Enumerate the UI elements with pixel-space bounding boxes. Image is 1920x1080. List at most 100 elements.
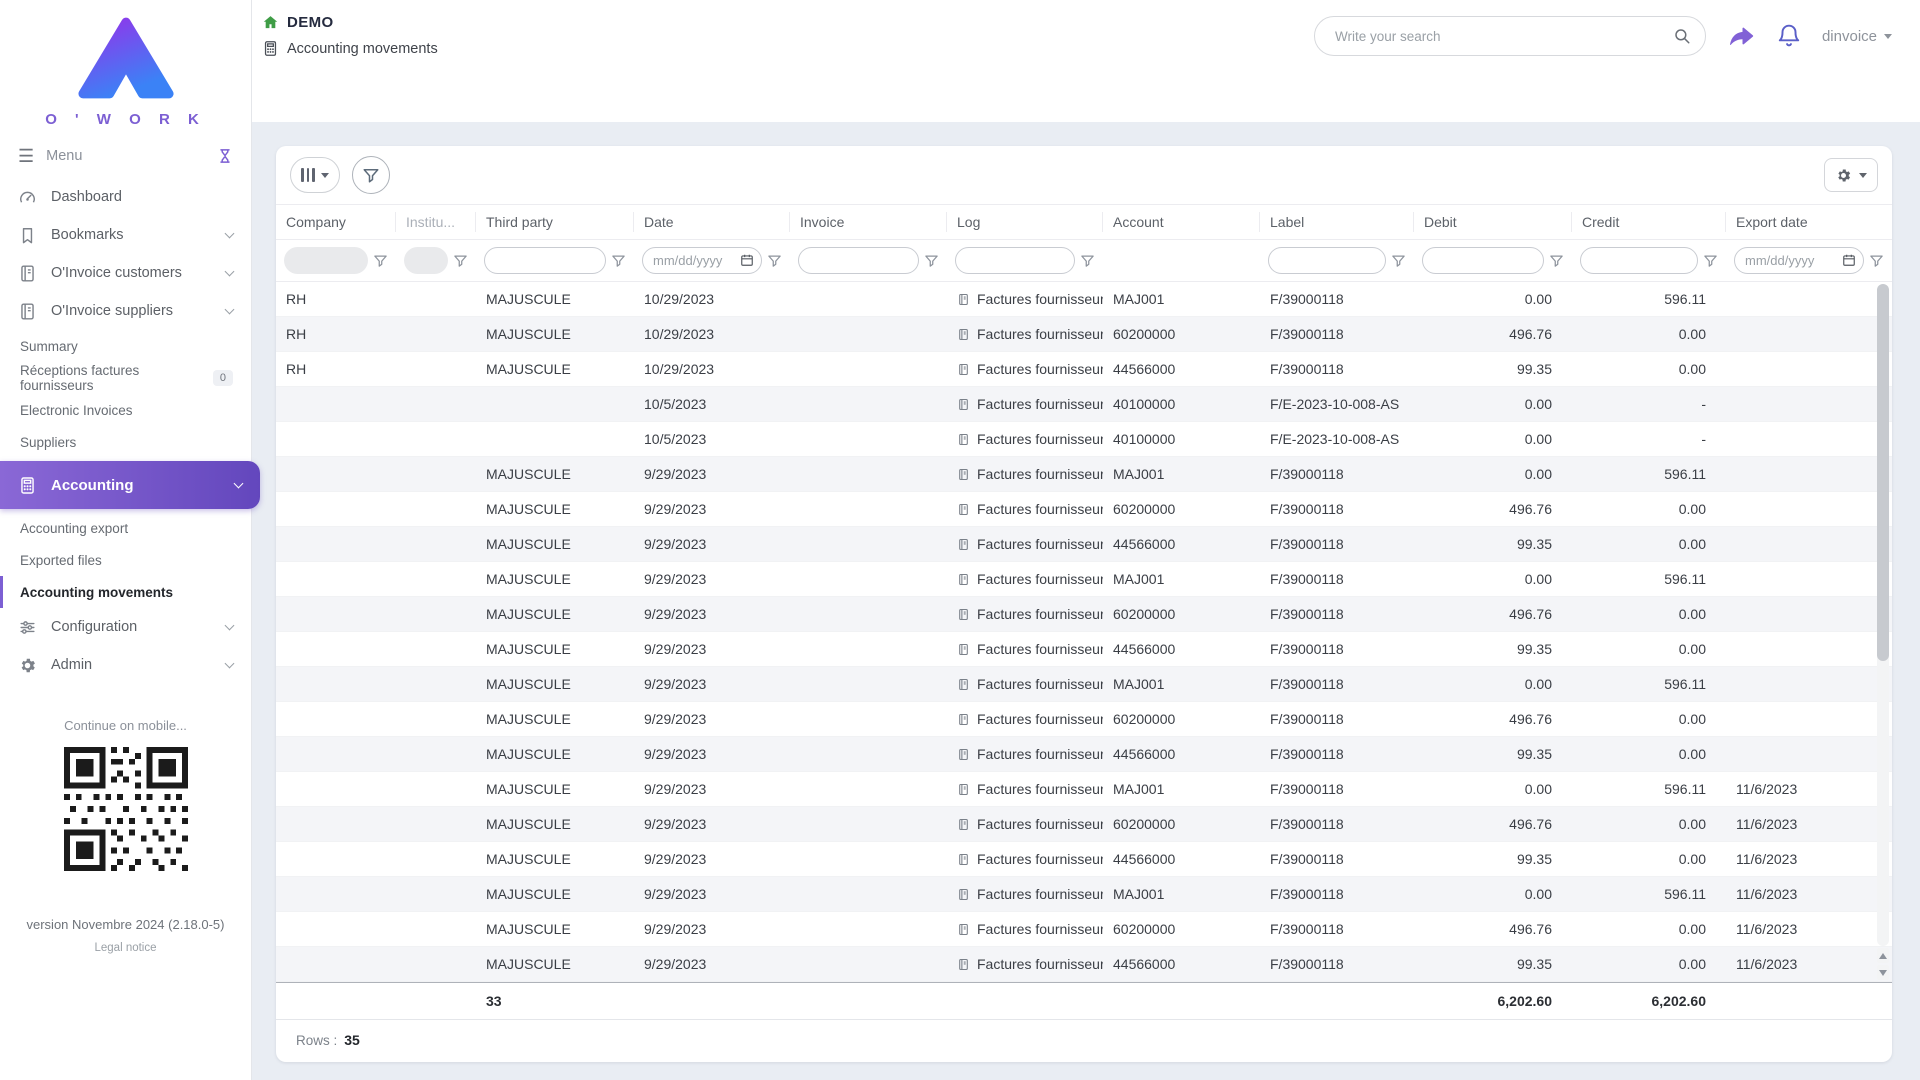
workspace-name[interactable]: DEMO	[287, 14, 334, 31]
calculator-icon	[262, 40, 279, 57]
column-header-debit[interactable]: Debit	[1414, 212, 1572, 232]
cell-date: 9/29/2023	[634, 711, 790, 727]
hourglass-icon[interactable]	[217, 148, 233, 164]
table-row[interactable]: MAJUSCULE 9/29/2023 Factures fournisseur…	[276, 737, 1892, 772]
cell-account: 40100000	[1103, 396, 1260, 412]
funnel-icon[interactable]	[1703, 253, 1719, 268]
column-header-account[interactable]: Account	[1103, 212, 1260, 232]
column-header-credit[interactable]: Credit	[1572, 212, 1726, 232]
sidebar-subitem-exported-files[interactable]: Exported files	[0, 544, 251, 576]
cell-credit: -	[1572, 431, 1726, 447]
funnel-icon[interactable]	[767, 253, 783, 268]
sidebar-item-configuration[interactable]: Configuration	[0, 608, 251, 646]
column-header-company[interactable]: Company	[276, 212, 396, 232]
funnel-icon[interactable]	[1391, 253, 1407, 268]
funnel-icon[interactable]	[373, 253, 389, 268]
cell-log-text: Factures fournisseurs	[977, 571, 1103, 587]
scrollbar-track[interactable]	[1877, 284, 1889, 946]
column-header-institution[interactable]: Institu...	[396, 212, 476, 232]
bell-icon[interactable]	[1776, 23, 1802, 49]
filter-input-third-party[interactable]	[484, 247, 606, 274]
table-row[interactable]: 10/5/2023 Factures fournisseurs 40100000…	[276, 387, 1892, 422]
grid-settings-button[interactable]	[1824, 158, 1878, 192]
table-row[interactable]: MAJUSCULE 9/29/2023 Factures fournisseur…	[276, 527, 1892, 562]
sidebar-subitem-electronic-invoices[interactable]: Electronic Invoices	[0, 394, 251, 426]
table-row[interactable]: MAJUSCULE 9/29/2023 Factures fournisseur…	[276, 597, 1892, 632]
sidebar-item-oinvoice-customers[interactable]: O'Invoice customers	[0, 254, 251, 292]
table-row[interactable]: MAJUSCULE 9/29/2023 Factures fournisseur…	[276, 772, 1892, 807]
scroll-up-button[interactable]	[1877, 948, 1889, 963]
cell-date: 9/29/2023	[634, 466, 790, 482]
column-header-invoice[interactable]: Invoice	[790, 212, 947, 232]
cell-account: 44566000	[1103, 536, 1260, 552]
sidebar-item-bookmarks[interactable]: Bookmarks	[0, 216, 251, 254]
table-row[interactable]: MAJUSCULE 9/29/2023 Factures fournisseur…	[276, 842, 1892, 877]
cell-third-party: MAJUSCULE	[476, 466, 634, 482]
home-icon[interactable]	[262, 14, 279, 31]
funnel-icon[interactable]	[1080, 253, 1096, 268]
cell-third-party: MAJUSCULE	[476, 851, 634, 867]
sidebar-item-admin[interactable]: Admin	[0, 646, 251, 684]
sidebar-subitem-accounting-export[interactable]: Accounting export	[0, 512, 251, 544]
cell-credit: 596.11	[1572, 571, 1726, 587]
table-row[interactable]: MAJUSCULE 9/29/2023 Factures fournisseur…	[276, 947, 1892, 982]
table-row[interactable]: 10/5/2023 Factures fournisseurs 40100000…	[276, 422, 1892, 457]
filter-input-date[interactable]	[642, 247, 762, 274]
sidebar-item-dashboard[interactable]: Dashboard	[0, 178, 251, 216]
sidebar-subitem-receptions[interactable]: Réceptions factures fournisseurs 0	[0, 362, 251, 394]
hamburger-icon[interactable]: ☰	[18, 147, 34, 165]
filter-input-export-date[interactable]	[1734, 247, 1864, 274]
column-header-date[interactable]: Date	[634, 212, 790, 232]
sidebar-item-accounting[interactable]: Accounting	[0, 461, 260, 509]
table-row[interactable]: MAJUSCULE 9/29/2023 Factures fournisseur…	[276, 632, 1892, 667]
cell-label: F/39000118	[1260, 571, 1414, 587]
filter-button[interactable]	[352, 156, 390, 194]
filter-input-debit[interactable]	[1422, 247, 1544, 274]
share-arrow-icon[interactable]	[1726, 21, 1756, 51]
filter-input-log[interactable]	[955, 247, 1075, 274]
sidebar-subitem-accounting-movements[interactable]: Accounting movements	[0, 576, 251, 608]
column-header-third-party[interactable]: Third party	[476, 212, 634, 232]
table-row[interactable]: RH MAJUSCULE 10/29/2023 Factures fournis…	[276, 282, 1892, 317]
sidebar-subitem-suppliers[interactable]: Suppliers	[0, 426, 251, 458]
table-row[interactable]: MAJUSCULE 9/29/2023 Factures fournisseur…	[276, 492, 1892, 527]
scrollbar-thumb[interactable]	[1877, 284, 1889, 661]
search-input[interactable]	[1333, 28, 1673, 45]
column-header-label[interactable]: Label	[1260, 212, 1414, 232]
sidebar-item-oinvoice-suppliers[interactable]: O'Invoice suppliers	[0, 292, 251, 330]
cell-label: F/E-2023-10-008-AS	[1260, 431, 1414, 447]
funnel-icon[interactable]	[924, 253, 940, 268]
table-row[interactable]: MAJUSCULE 9/29/2023 Factures fournisseur…	[276, 667, 1892, 702]
table-row[interactable]: MAJUSCULE 9/29/2023 Factures fournisseur…	[276, 562, 1892, 597]
filter-input-credit[interactable]	[1580, 247, 1698, 274]
filter-input-invoice[interactable]	[798, 247, 919, 274]
scroll-down-button[interactable]	[1877, 965, 1889, 980]
table-row[interactable]: MAJUSCULE 9/29/2023 Factures fournisseur…	[276, 877, 1892, 912]
filter-input-label[interactable]	[1268, 247, 1386, 274]
table-row[interactable]: RH MAJUSCULE 10/29/2023 Factures fournis…	[276, 317, 1892, 352]
journal-icon	[957, 853, 970, 866]
user-menu[interactable]: dinvoice	[1822, 28, 1892, 45]
table-row[interactable]: MAJUSCULE 9/29/2023 Factures fournisseur…	[276, 702, 1892, 737]
column-header-log[interactable]: Log	[947, 212, 1103, 232]
magnifier-icon[interactable]	[1673, 27, 1691, 45]
sidebar-subitem-summary[interactable]: Summary	[0, 330, 251, 362]
table-rows-container: RH MAJUSCULE 10/29/2023 Factures fournis…	[276, 282, 1892, 982]
table-row[interactable]: RH MAJUSCULE 10/29/2023 Factures fournis…	[276, 352, 1892, 387]
table-body: RH MAJUSCULE 10/29/2023 Factures fournis…	[276, 282, 1892, 982]
funnel-icon[interactable]	[1869, 253, 1885, 268]
legal-notice-link[interactable]: Legal notice	[0, 942, 251, 954]
chevron-down-icon	[234, 478, 244, 488]
funnel-icon[interactable]	[611, 253, 627, 268]
funnel-icon[interactable]	[1549, 253, 1565, 268]
table-row[interactable]: MAJUSCULE 9/29/2023 Factures fournisseur…	[276, 912, 1892, 947]
column-header-export-date[interactable]: Export date	[1726, 212, 1892, 232]
column-chooser-button[interactable]	[290, 157, 340, 193]
cell-debit: 0.00	[1414, 781, 1572, 797]
table-row[interactable]: MAJUSCULE 9/29/2023 Factures fournisseur…	[276, 807, 1892, 842]
cell-log-text: Factures fournisseurs	[977, 396, 1103, 412]
table-row[interactable]: MAJUSCULE 9/29/2023 Factures fournisseur…	[276, 457, 1892, 492]
cell-export-date: 11/6/2023	[1726, 781, 1892, 797]
funnel-icon[interactable]	[453, 253, 469, 268]
journal-icon	[957, 398, 970, 411]
